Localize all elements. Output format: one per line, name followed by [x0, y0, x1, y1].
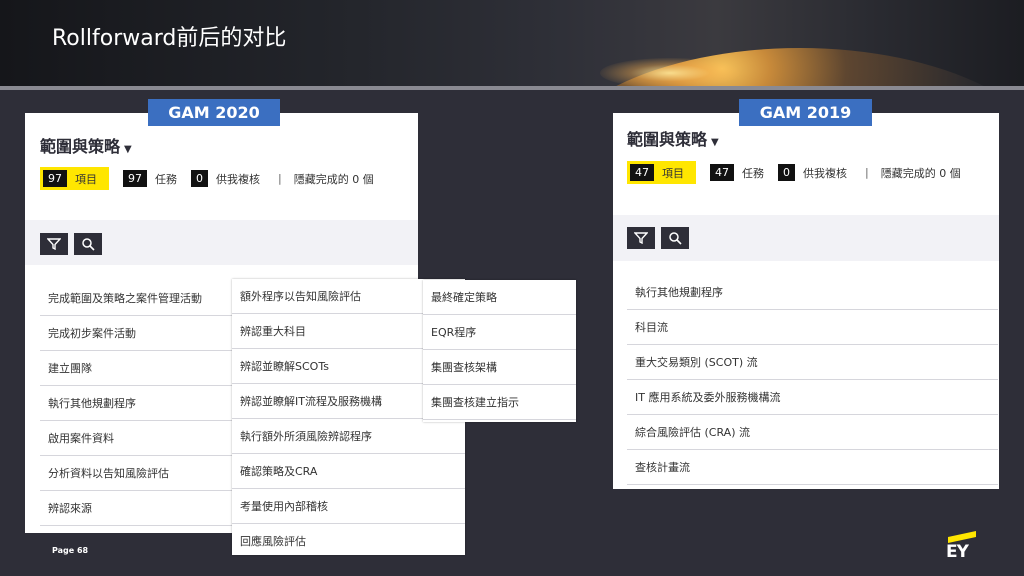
- stat-review-label: 供我複核: [216, 172, 260, 186]
- ey-logo: EY: [942, 531, 982, 562]
- page-number: Page 68: [52, 546, 89, 555]
- list-item[interactable]: 建立團隊: [40, 351, 232, 386]
- list-item[interactable]: 集團查核建立指示: [423, 385, 576, 420]
- list-item[interactable]: 重大交易類別 (SCOT) 流: [627, 345, 998, 380]
- stat-items[interactable]: 47 項目: [627, 161, 696, 184]
- stat-tasks[interactable]: 47 任務: [710, 164, 764, 181]
- list-item[interactable]: 辨認來源: [40, 491, 232, 526]
- stat-review-count: 0: [778, 164, 795, 181]
- gam-2020-badge: GAM 2020: [148, 99, 280, 126]
- stat-tasks-count: 47: [710, 164, 734, 181]
- list-item[interactable]: 科目流: [627, 310, 998, 345]
- filter-button[interactable]: [40, 233, 68, 255]
- gam-2019-badge: GAM 2019: [739, 99, 872, 126]
- stat-tasks[interactable]: 97 任務: [123, 170, 177, 187]
- list-item[interactable]: 完成範圍及策略之案件管理活動: [40, 281, 232, 316]
- list-item[interactable]: 綜合風險評估 (CRA) 流: [627, 415, 998, 450]
- search-button[interactable]: [74, 233, 102, 255]
- header-divider: [0, 86, 1024, 90]
- stat-tasks-count: 97: [123, 170, 147, 187]
- stat-review-label: 供我複核: [803, 166, 847, 180]
- stats-separator: |: [865, 166, 869, 179]
- slide-title: Rollforward前后的对比: [52, 26, 287, 51]
- list-item[interactable]: 完成初步案件活動: [40, 316, 232, 351]
- filter-icon: [634, 232, 648, 244]
- stat-review[interactable]: 0 供我複核: [191, 170, 260, 187]
- caret-down-icon[interactable]: ▼: [711, 137, 719, 148]
- list-item[interactable]: 啟用案件資料: [40, 421, 232, 456]
- stats-separator: |: [278, 172, 282, 185]
- list-item[interactable]: 考量使用內部稽核: [232, 489, 465, 524]
- stat-items[interactable]: 97 項目: [40, 167, 109, 190]
- list-item[interactable]: 集團查核架構: [423, 350, 576, 385]
- stat-items-count: 97: [43, 170, 67, 187]
- stat-review[interactable]: 0 供我複核: [778, 164, 847, 181]
- ey-logo-text: EY: [946, 542, 969, 562]
- list-item[interactable]: 確認策略及CRA: [232, 454, 465, 489]
- stat-items-label: 項目: [75, 172, 97, 186]
- hidden-completed-toggle[interactable]: 隱藏完成的 0 個: [881, 165, 961, 181]
- stat-items-label: 項目: [662, 166, 684, 180]
- section-title-text: 範圍與策略: [40, 137, 121, 156]
- caret-down-icon[interactable]: ▼: [124, 144, 132, 155]
- search-button[interactable]: [661, 227, 689, 249]
- search-icon: [669, 232, 682, 245]
- section-title[interactable]: 範圍與策略 ▼: [40, 133, 132, 157]
- stat-tasks-label: 任務: [742, 166, 764, 180]
- stat-tasks-label: 任務: [155, 172, 177, 186]
- filter-icon: [47, 238, 61, 250]
- hidden-completed-toggle[interactable]: 隱藏完成的 0 個: [294, 171, 374, 187]
- stat-review-count: 0: [191, 170, 208, 187]
- task-list-col1: 完成範圍及策略之案件管理活動 完成初步案件活動 建立團隊 執行其他規劃程序 啟用…: [40, 281, 232, 526]
- search-icon: [82, 238, 95, 251]
- list-item[interactable]: 執行額外所須風險辨認程序: [232, 419, 465, 454]
- task-list: 執行其他規劃程序 科目流 重大交易類別 (SCOT) 流 IT 應用系統及委外服…: [627, 275, 998, 485]
- filter-button[interactable]: [627, 227, 655, 249]
- task-list-col3: 最終確定策略 EQR程序 集團查核架構 集團查核建立指示: [423, 280, 576, 422]
- stats-bar: 47 項目 47 任務 0 供我複核 | 隱藏完成的 0 個: [627, 161, 961, 184]
- gam-2019-panel: 範圍與策略 ▼ 47 項目 47 任務 0 供我複核 | 隱藏完成的 0 個 執行…: [613, 113, 999, 489]
- list-item[interactable]: 執行其他規劃程序: [40, 386, 232, 421]
- list-item[interactable]: 最終確定策略: [423, 280, 576, 315]
- stat-items-count: 47: [630, 164, 654, 181]
- list-item[interactable]: 查核計畫流: [627, 450, 998, 485]
- section-title-text: 範圍與策略: [627, 130, 708, 149]
- section-title[interactable]: 範圍與策略 ▼: [627, 126, 719, 150]
- list-item[interactable]: 回應風險評估: [232, 524, 465, 555]
- list-item[interactable]: 執行其他規劃程序: [627, 275, 998, 310]
- sunrise-glow: [600, 58, 740, 86]
- list-item[interactable]: EQR程序: [423, 315, 576, 350]
- list-item[interactable]: IT 應用系統及委外服務機構流: [627, 380, 998, 415]
- stats-bar: 97 項目 97 任務 0 供我複核 | 隱藏完成的 0 個: [40, 167, 374, 190]
- list-item[interactable]: 分析資料以告知風險評估: [40, 456, 232, 491]
